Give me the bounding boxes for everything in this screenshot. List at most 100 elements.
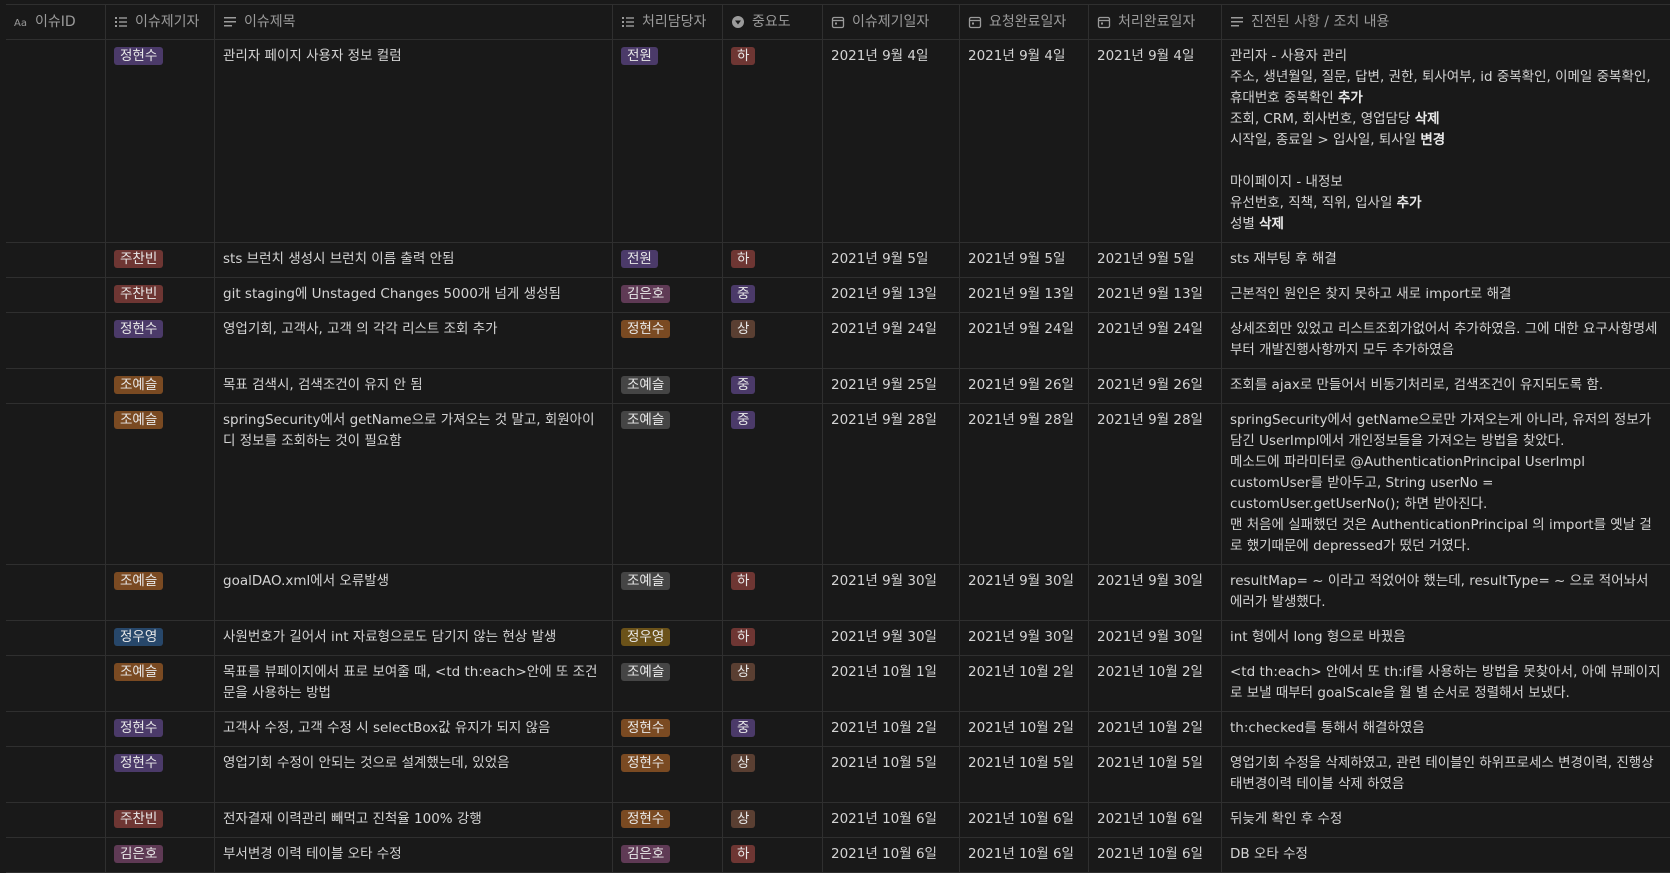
- cell-handler[interactable]: 정현수: [613, 803, 723, 837]
- cell-handler[interactable]: 정우영: [613, 621, 723, 655]
- table-row[interactable]: 정현수 영업기회 수정이 안되는 것으로 설계했는데, 있었음 정현수 상 2021년 …: [6, 747, 1670, 803]
- cell-priority[interactable]: 상: [723, 803, 823, 837]
- cell-raised-date[interactable]: 2021년 9월 13일: [823, 278, 960, 312]
- cell-done-date[interactable]: 2021년 9월 4일: [1089, 40, 1222, 242]
- cell-done-date[interactable]: 2021년 10월 6일: [1089, 838, 1222, 872]
- raiser-tag[interactable]: 김은호: [114, 845, 164, 863]
- handler-tag[interactable]: 정현수: [621, 754, 671, 772]
- cell-raiser[interactable]: 주찬빈: [106, 803, 215, 837]
- cell-requested-date[interactable]: 2021년 9월 26일: [960, 369, 1089, 403]
- cell-raised-date[interactable]: 2021년 9월 4일: [823, 40, 960, 242]
- cell-done-date[interactable]: 2021년 10월 2일: [1089, 712, 1222, 746]
- cell-requested-date[interactable]: 2021년 10월 5일: [960, 747, 1089, 802]
- cell-raised-date[interactable]: 2021년 10월 1일: [823, 656, 960, 711]
- cell-raised-date[interactable]: 2021년 10월 6일: [823, 838, 960, 872]
- priority-tag[interactable]: 상: [731, 663, 756, 681]
- cell-priority[interactable]: 하: [723, 40, 823, 242]
- priority-tag[interactable]: 하: [731, 47, 756, 65]
- cell-raiser[interactable]: 정현수: [106, 40, 215, 242]
- raiser-tag[interactable]: 주찬빈: [114, 285, 164, 303]
- cell-detail[interactable]: 관리자 - 사용자 관리 주소, 생년월일, 질문, 답변, 권한, 퇴사여부, …: [1222, 40, 1670, 242]
- cell-handler[interactable]: 정현수: [613, 712, 723, 746]
- handler-tag[interactable]: 정현수: [621, 320, 671, 338]
- table-row[interactable]: 정현수 고객사 수정, 고객 수정 시 selectBox값 유지가 되지 않음 정…: [6, 712, 1670, 747]
- handler-tag[interactable]: 조예슬: [621, 376, 671, 394]
- raiser-tag[interactable]: 정현수: [114, 47, 164, 65]
- cell-issue-id[interactable]: [6, 838, 106, 872]
- cell-raiser[interactable]: 김은호: [106, 838, 215, 872]
- cell-done-date[interactable]: 2021년 9월 24일: [1089, 313, 1222, 368]
- priority-tag[interactable]: 하: [731, 845, 756, 863]
- raiser-tag[interactable]: 조예슬: [114, 663, 164, 681]
- cell-handler[interactable]: 조예슬: [613, 369, 723, 403]
- cell-title[interactable]: 영업기회 수정이 안되는 것으로 설계했는데, 있었음: [215, 747, 613, 802]
- priority-tag[interactable]: 상: [731, 810, 756, 828]
- cell-done-date[interactable]: 2021년 9월 5일: [1089, 243, 1222, 277]
- table-row[interactable]: 정우영 사원번호가 길어서 int 자료형으로도 담기지 않는 현상 발생 정우영 하…: [6, 621, 1670, 656]
- cell-requested-date[interactable]: 2021년 9월 5일: [960, 243, 1089, 277]
- cell-raiser[interactable]: 조예슬: [106, 369, 215, 403]
- cell-done-date[interactable]: 2021년 9월 13일: [1089, 278, 1222, 312]
- raiser-tag[interactable]: 주찬빈: [114, 250, 164, 268]
- raiser-tag[interactable]: 조예슬: [114, 572, 164, 590]
- cell-title[interactable]: 영업기회, 고객사, 고객 의 각각 리스트 조회 추가: [215, 313, 613, 368]
- cell-priority[interactable]: 중: [723, 404, 823, 564]
- cell-raised-date[interactable]: 2021년 10월 5일: [823, 747, 960, 802]
- handler-tag[interactable]: 정우영: [621, 628, 671, 646]
- cell-requested-date[interactable]: 2021년 9월 28일: [960, 404, 1089, 564]
- cell-detail[interactable]: 영업기회 수정을 삭제하였고, 관련 테이블인 하위프로세스 변경이력, 진행상…: [1222, 747, 1670, 802]
- cell-priority[interactable]: 중: [723, 278, 823, 312]
- handler-tag[interactable]: 정현수: [621, 719, 671, 737]
- column-header-requested-date[interactable]: 요청완료일자: [960, 5, 1089, 39]
- cell-priority[interactable]: 하: [723, 838, 823, 872]
- cell-detail[interactable]: 뒤늦게 확인 후 수정: [1222, 803, 1670, 837]
- raiser-tag[interactable]: 조예슬: [114, 411, 164, 429]
- handler-tag[interactable]: 정현수: [621, 810, 671, 828]
- cell-raiser[interactable]: 정현수: [106, 712, 215, 746]
- cell-issue-id[interactable]: [6, 712, 106, 746]
- cell-issue-id[interactable]: [6, 656, 106, 711]
- column-header-raised-date[interactable]: 이슈제기일자: [823, 5, 960, 39]
- priority-tag[interactable]: 중: [731, 285, 756, 303]
- cell-raiser[interactable]: 정현수: [106, 313, 215, 368]
- handler-tag[interactable]: 조예슬: [621, 411, 671, 429]
- cell-title[interactable]: goalDAO.xml에서 오류발생: [215, 565, 613, 620]
- cell-issue-id[interactable]: [6, 40, 106, 242]
- handler-tag[interactable]: 전원: [621, 250, 658, 268]
- cell-raised-date[interactable]: 2021년 9월 5일: [823, 243, 960, 277]
- cell-raised-date[interactable]: 2021년 9월 24일: [823, 313, 960, 368]
- cell-done-date[interactable]: 2021년 9월 26일: [1089, 369, 1222, 403]
- cell-detail[interactable]: resultMap= ~ 이라고 적었어야 했는데, resultType= ~…: [1222, 565, 1670, 620]
- cell-handler[interactable]: 조예슬: [613, 656, 723, 711]
- priority-tag[interactable]: 하: [731, 572, 756, 590]
- cell-requested-date[interactable]: 2021년 9월 30일: [960, 621, 1089, 655]
- table-row[interactable]: 조예슬 springSecurity에서 getName으로 가져오는 것 말고,…: [6, 404, 1670, 565]
- raiser-tag[interactable]: 조예슬: [114, 376, 164, 394]
- cell-priority[interactable]: 중: [723, 369, 823, 403]
- cell-raiser[interactable]: 정현수: [106, 747, 215, 802]
- cell-handler[interactable]: 조예슬: [613, 565, 723, 620]
- cell-requested-date[interactable]: 2021년 9월 30일: [960, 565, 1089, 620]
- table-row[interactable]: 주찬빈 sts 브런치 생성시 브런치 이름 출력 안됨 전원 하 2021년 9월 5…: [6, 243, 1670, 278]
- cell-done-date[interactable]: 2021년 10월 6일: [1089, 803, 1222, 837]
- handler-tag[interactable]: 김은호: [621, 285, 671, 303]
- cell-done-date[interactable]: 2021년 9월 30일: [1089, 565, 1222, 620]
- cell-requested-date[interactable]: 2021년 9월 4일: [960, 40, 1089, 242]
- column-header-issue-id[interactable]: Aa 이슈ID: [6, 5, 106, 39]
- cell-raised-date[interactable]: 2021년 9월 25일: [823, 369, 960, 403]
- cell-handler[interactable]: 조예슬: [613, 404, 723, 564]
- cell-raiser[interactable]: 정우영: [106, 621, 215, 655]
- cell-raised-date[interactable]: 2021년 10월 2일: [823, 712, 960, 746]
- cell-handler[interactable]: 전원: [613, 40, 723, 242]
- cell-handler[interactable]: 전원: [613, 243, 723, 277]
- handler-tag[interactable]: 전원: [621, 47, 658, 65]
- cell-raiser[interactable]: 조예슬: [106, 404, 215, 564]
- cell-issue-id[interactable]: [6, 565, 106, 620]
- cell-issue-id[interactable]: [6, 404, 106, 564]
- cell-handler[interactable]: 정현수: [613, 747, 723, 802]
- cell-handler[interactable]: 김은호: [613, 278, 723, 312]
- cell-title[interactable]: 관리자 페이지 사용자 정보 컬럼: [215, 40, 613, 242]
- cell-requested-date[interactable]: 2021년 10월 6일: [960, 803, 1089, 837]
- priority-tag[interactable]: 상: [731, 320, 756, 338]
- cell-done-date[interactable]: 2021년 9월 28일: [1089, 404, 1222, 564]
